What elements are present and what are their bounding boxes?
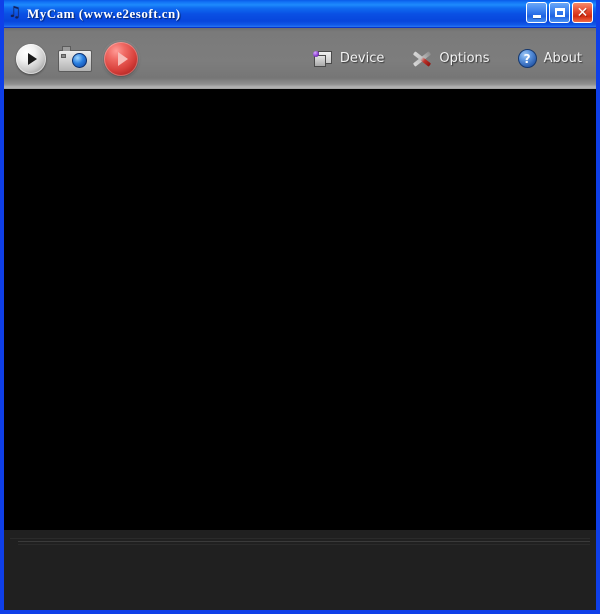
- panel-divider-top: [10, 538, 590, 539]
- mycam-app-icon[interactable]: ♫: [7, 2, 23, 22]
- about-menu[interactable]: ? About: [517, 49, 582, 68]
- titlebar[interactable]: ♫ MyCam (www.e2esoft.cn) ✕: [4, 0, 596, 28]
- camera-viewfinder-icon: [62, 45, 71, 51]
- preview-play-button[interactable]: [16, 43, 46, 74]
- camera-flash-icon: [61, 53, 66, 58]
- bottom-status-panel: [4, 530, 596, 610]
- main-toolbar: Device Options ? About: [4, 28, 596, 89]
- app-window: ♫ MyCam (www.e2esoft.cn) ✕ Device Option…: [0, 0, 600, 614]
- toolbar-right-group: Device Options ? About: [312, 49, 586, 68]
- device-menu-label: Device: [339, 51, 385, 66]
- app-icon-glyph: ♫: [8, 2, 22, 21]
- maximize-icon: [554, 8, 565, 17]
- question-circle-icon: ?: [517, 49, 537, 68]
- close-button[interactable]: ✕: [572, 2, 593, 23]
- video-preview-area[interactable]: [4, 89, 596, 530]
- window-controls: ✕: [526, 2, 593, 23]
- options-menu-label: Options: [439, 51, 490, 66]
- toolbar-left-group: [16, 41, 138, 76]
- camera-lens-icon: [72, 52, 87, 68]
- tools-icon: [412, 50, 432, 68]
- snapshot-button[interactable]: [58, 45, 92, 73]
- record-button[interactable]: [104, 41, 138, 76]
- minimize-button[interactable]: [526, 2, 547, 23]
- minimize-icon: [532, 14, 541, 18]
- maximize-button[interactable]: [549, 2, 570, 23]
- window-title: MyCam (www.e2esoft.cn): [27, 5, 181, 21]
- panel-divider: [18, 541, 590, 545]
- options-menu[interactable]: Options: [412, 50, 490, 68]
- device-menu[interactable]: Device: [312, 50, 385, 68]
- device-icon: [312, 50, 333, 68]
- about-menu-label: About: [543, 51, 582, 66]
- close-icon: ✕: [576, 4, 589, 21]
